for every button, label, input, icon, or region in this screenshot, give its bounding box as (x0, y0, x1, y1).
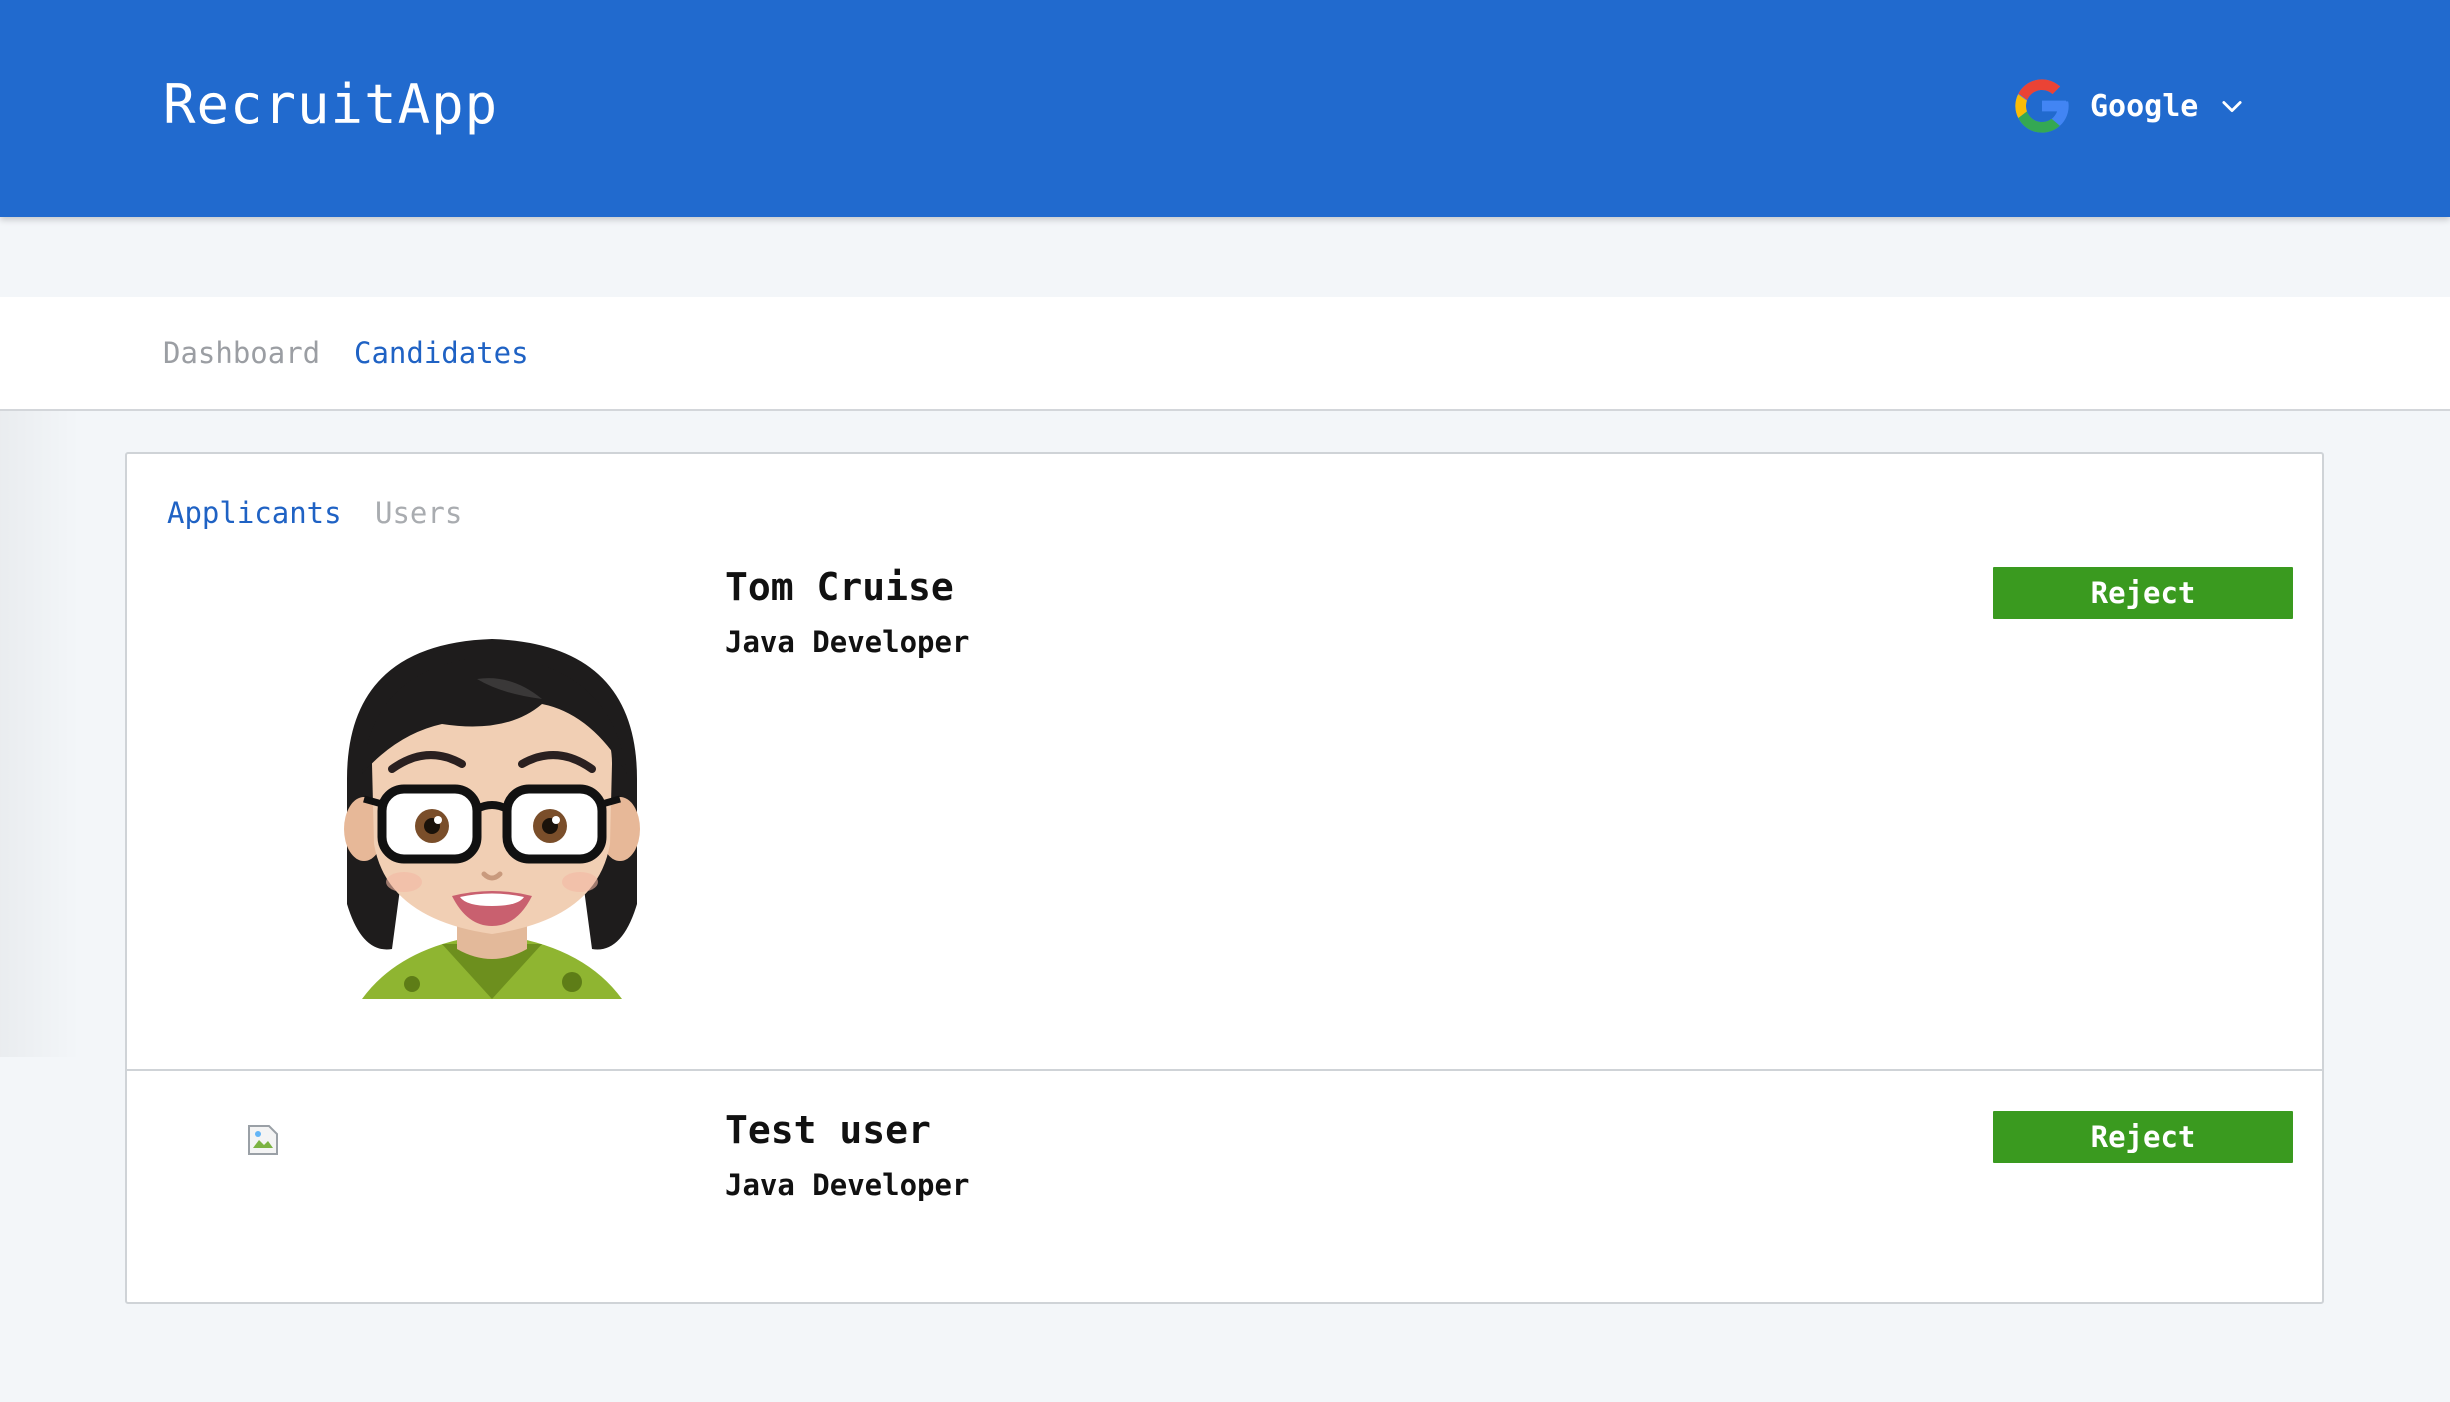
candidates-card: Applicants Users Tom Cruise Java Develop… (125, 452, 2324, 1304)
nav-dashboard[interactable]: Dashboard (163, 334, 320, 372)
google-g-icon (2015, 79, 2069, 133)
candidate-role: Java Developer (725, 625, 970, 659)
candidate-row: Tom Cruise Java Developer Reject (127, 454, 2322, 1071)
candidate-role: Java Developer (725, 1168, 970, 1202)
chevron-down-icon (2222, 101, 2242, 113)
candidate-name: Test user (725, 1108, 931, 1152)
reject-button[interactable]: Reject (1993, 567, 2293, 619)
app-title[interactable]: RecruitApp (163, 70, 498, 140)
candidate-row: Test user Java Developer Reject (127, 1071, 2322, 1302)
reject-button[interactable]: Reject (1993, 1111, 2293, 1163)
account-switcher[interactable]: Google (2010, 74, 2246, 138)
avatar (292, 604, 692, 999)
nav-candidates[interactable]: Candidates (354, 334, 529, 372)
account-label: Google (2090, 88, 2199, 124)
side-shadow (0, 297, 80, 1057)
cartoon-avatar-image (344, 639, 640, 999)
main-nav: Dashboard Candidates (0, 297, 2450, 411)
broken-image-icon (248, 1125, 278, 1155)
app-header: RecruitApp Google (0, 0, 2450, 217)
candidate-name: Tom Cruise (725, 565, 954, 609)
